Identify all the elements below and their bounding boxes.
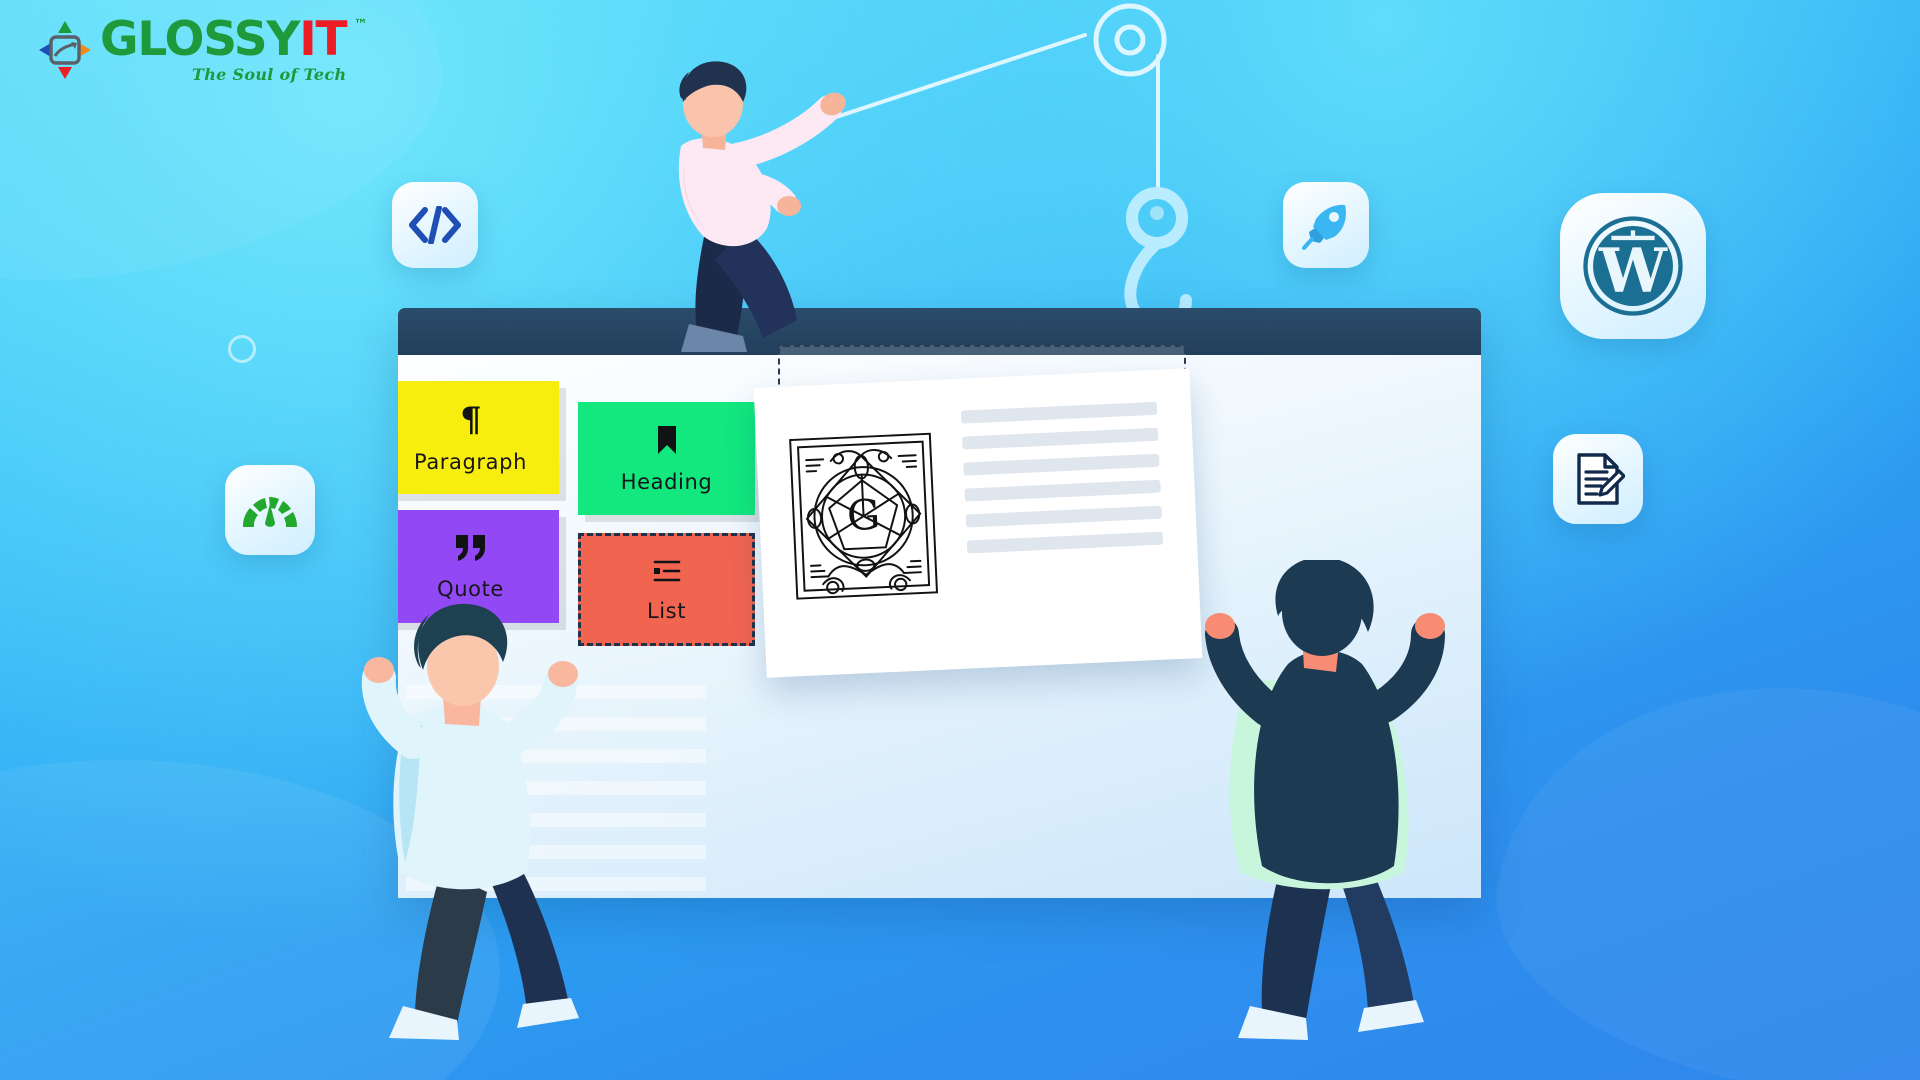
background-ring [228,335,256,363]
card-text-line [962,427,1159,450]
crane-pulley-hub [1114,24,1146,56]
worker-holding-card [1205,560,1445,1040]
ornate-mandala-monogram: G [789,432,939,600]
crane-hook [1124,187,1192,333]
document-edit-icon-glyph [1577,453,1625,505]
brand-name-secondary: IT [299,12,347,67]
pilcrow-icon: ¶ [458,400,484,440]
brand-logo[interactable]: GLOSSYIT ™ The Soul of Tech [38,16,368,84]
monogram-letter: G [846,490,881,540]
worker-on-rope-top [678,61,846,352]
crane-pulley [1093,3,1167,77]
card-text-line [965,505,1162,528]
worker-holding-quote [361,603,579,1040]
svg-text:W: W [1598,236,1668,307]
logo-arrow-left [39,43,51,57]
trademark-symbol: ™ [353,17,368,33]
logo-arrow-right [79,43,91,57]
block-card-paragraph[interactable]: ¶ Paragraph [398,381,559,494]
bookmark-icon [655,424,679,456]
svg-text:¶: ¶ [460,402,482,436]
list-icon [650,557,684,585]
glossyit-monitor-arrows-logo [39,21,91,79]
brand-wordmark: GLOSSYIT ™ The Soul of Tech [100,16,368,84]
code-icon[interactable] [392,182,478,268]
logo-arrow-down [58,67,72,79]
hook-eye [1150,206,1164,220]
hanging-image-card[interactable]: G [753,368,1203,678]
speedometer-icon-glyph [242,497,298,527]
card-text-line [963,453,1160,476]
block-card-label: Paragraph [414,449,527,474]
logo-arrow-up [58,21,72,33]
block-card-heading[interactable]: Heading [578,402,755,515]
card-text-line [964,479,1161,502]
card-text-line [960,401,1158,424]
quote-icon [454,533,488,563]
wordpress-icon-glyph: W [1583,216,1683,316]
brand-name-primary: GLOSSY [100,12,300,67]
logo-monitor-frame [49,35,81,65]
brand-tagline: The Soul of Tech [192,65,347,84]
rocket-icon[interactable] [1283,182,1369,268]
card-text-line [966,531,1164,554]
document-edit-icon[interactable] [1553,434,1643,524]
illustration-stage: W ¶ Paragraph Heading Quote List G GLOSS… [0,0,1920,1080]
wordpress-icon[interactable]: W [1560,193,1706,339]
background-swoosh-right [1475,648,1920,1080]
rocket-icon-glyph [1302,204,1346,250]
code-icon-glyph [409,206,461,244]
block-card-label: Heading [620,469,713,494]
speedometer-icon[interactable] [225,465,315,555]
logo-monitor-swoosh [53,42,76,57]
block-card-label: Quote [437,576,504,601]
